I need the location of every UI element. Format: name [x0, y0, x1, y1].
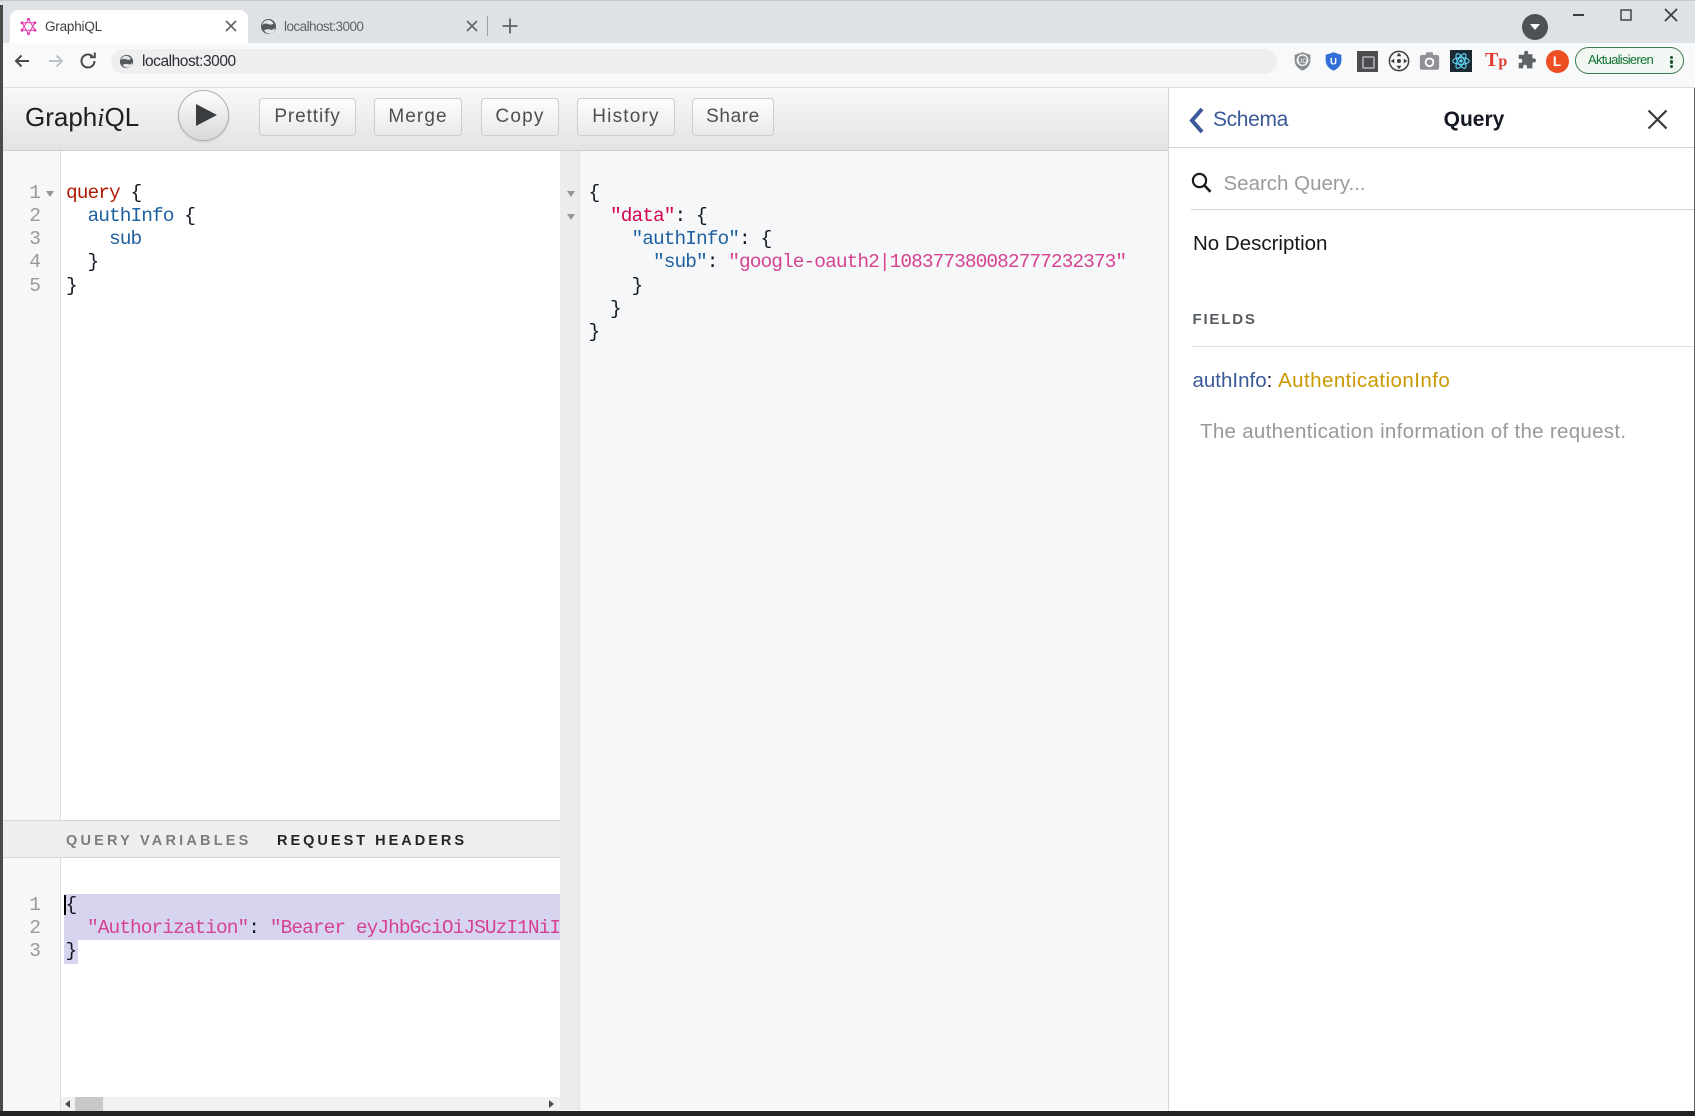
- svg-text:U: U: [1330, 57, 1337, 68]
- svg-text:UO: UO: [1298, 58, 1307, 65]
